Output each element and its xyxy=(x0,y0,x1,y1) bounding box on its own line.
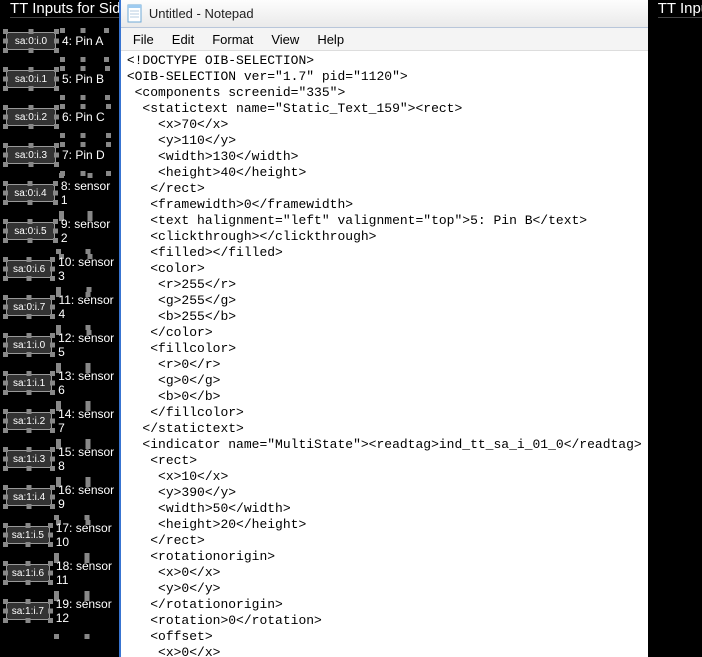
notepad-window: Untitled - Notepad FileEditFormatViewHel… xyxy=(119,0,648,657)
hmi-editor-panel: TT Inputs for Side A sa:0:i.04: Pin Asa:… xyxy=(0,0,119,657)
io-row[interactable]: sa:1:i.0 12: sensor 5 xyxy=(6,326,119,364)
io-row[interactable]: sa:0:i.1 5: Pin B xyxy=(6,60,119,98)
tag-indicator[interactable]: sa:1:i.7 xyxy=(6,602,50,620)
io-row[interactable]: sa:0:i.7 11: sensor 4 xyxy=(6,288,119,326)
tag-indicator[interactable]: sa:1:i.3 xyxy=(6,450,52,468)
window-title: Untitled - Notepad xyxy=(149,6,254,21)
panel-title-right: TT Inputs for Side A xyxy=(658,0,702,18)
io-label[interactable]: 18: sensor 11 xyxy=(56,559,119,587)
io-label[interactable]: 7: Pin D xyxy=(62,148,105,162)
menu-view[interactable]: View xyxy=(263,30,307,49)
io-label[interactable]: 19: sensor 12 xyxy=(56,597,119,625)
io-row[interactable]: sa:0:i.2 6: Pin C xyxy=(6,98,119,136)
hmi-editor-panel-right: TT Inputs for Side A xyxy=(648,0,702,657)
notepad-text-area[interactable]: <!DOCTYPE OIB-SELECTION> <OIB-SELECTION … xyxy=(121,50,648,657)
io-row[interactable]: sa:1:i.5 17: sensor 10 xyxy=(6,516,119,554)
notepad-icon xyxy=(127,4,143,24)
tag-indicator[interactable]: sa:0:i.6 xyxy=(6,260,52,278)
io-label[interactable]: 4: Pin A xyxy=(62,34,103,48)
io-label[interactable]: 11: sensor 4 xyxy=(58,293,118,321)
tag-indicator[interactable]: sa:1:i.0 xyxy=(6,336,52,354)
io-row[interactable]: sa:1:i.2 14: sensor 7 xyxy=(6,402,119,440)
io-label[interactable]: 12: sensor 5 xyxy=(58,331,119,359)
io-row[interactable]: sa:1:i.7 19: sensor 12 xyxy=(6,592,119,630)
io-label[interactable]: 6: Pin C xyxy=(62,110,105,124)
tag-indicator[interactable]: sa:1:i.5 xyxy=(6,526,50,544)
io-label[interactable]: 16: sensor 9 xyxy=(58,483,119,511)
io-row[interactable]: sa:0:i.5 9: sensor 2 xyxy=(6,212,119,250)
panel-title: TT Inputs for Side A xyxy=(10,0,119,18)
tag-indicator[interactable]: sa:0:i.7 xyxy=(6,298,52,316)
tag-indicator[interactable]: sa:0:i.2 xyxy=(6,108,56,126)
io-row[interactable]: sa:1:i.1 13: sensor 6 xyxy=(6,364,119,402)
io-row[interactable]: sa:0:i.4 8: sensor 1 xyxy=(6,174,119,212)
io-row[interactable]: sa:0:i.0 4: Pin A xyxy=(6,22,119,60)
io-label[interactable]: 10: sensor 3 xyxy=(58,255,119,283)
tag-indicator[interactable]: sa:1:i.6 xyxy=(6,564,50,582)
menu-file[interactable]: File xyxy=(125,30,162,49)
io-label[interactable]: 13: sensor 6 xyxy=(58,369,119,397)
io-label[interactable]: 15: sensor 8 xyxy=(58,445,119,473)
tag-indicator[interactable]: sa:0:i.0 xyxy=(6,32,56,50)
io-row[interactable]: sa:1:i.6 18: sensor 11 xyxy=(6,554,119,592)
io-label[interactable]: 14: sensor 7 xyxy=(58,407,119,435)
menu-help[interactable]: Help xyxy=(309,30,352,49)
io-label[interactable]: 9: sensor 2 xyxy=(61,217,119,245)
menubar: FileEditFormatViewHelp xyxy=(121,28,648,50)
io-row[interactable]: sa:0:i.3 7: Pin D xyxy=(6,136,119,174)
menu-edit[interactable]: Edit xyxy=(164,30,202,49)
tag-indicator[interactable]: sa:1:i.1 xyxy=(6,374,52,392)
tag-indicator[interactable]: sa:0:i.4 xyxy=(6,184,55,202)
io-row[interactable]: sa:1:i.4 16: sensor 9 xyxy=(6,478,119,516)
menu-format[interactable]: Format xyxy=(204,30,261,49)
tag-indicator[interactable]: sa:1:i.4 xyxy=(6,488,52,506)
tag-indicator[interactable]: sa:1:i.2 xyxy=(6,412,52,430)
io-row[interactable]: sa:1:i.3 15: sensor 8 xyxy=(6,440,119,478)
tag-indicator[interactable]: sa:0:i.3 xyxy=(6,146,56,164)
io-label[interactable]: 5: Pin B xyxy=(62,72,104,86)
tag-indicator[interactable]: sa:0:i.5 xyxy=(6,222,55,240)
io-rows: sa:0:i.0 4: Pin A sa:0:i.1 5: Pin B sa:0:i.2… xyxy=(6,22,119,630)
io-label[interactable]: 17: sensor 10 xyxy=(56,521,119,549)
io-row[interactable]: sa:0:i.6 10: sensor 3 xyxy=(6,250,119,288)
io-label[interactable]: 8: sensor 1 xyxy=(61,179,119,207)
tag-indicator[interactable]: sa:0:i.1 xyxy=(6,70,56,88)
titlebar[interactable]: Untitled - Notepad xyxy=(121,0,648,28)
